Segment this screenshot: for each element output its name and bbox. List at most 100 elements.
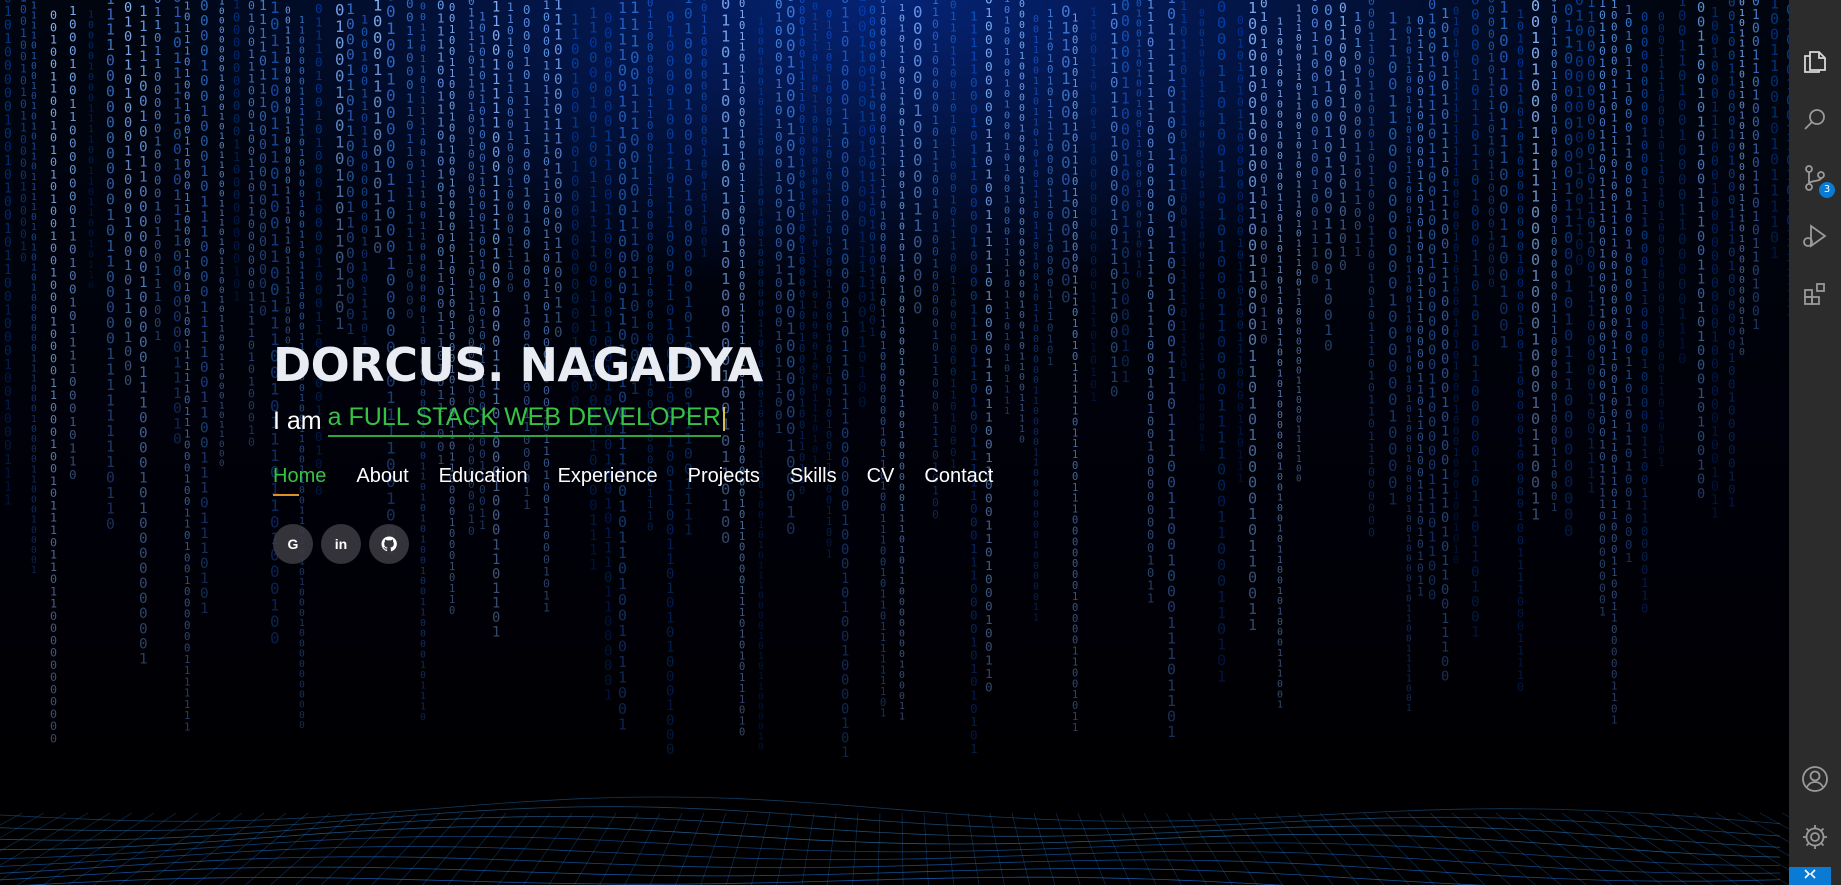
svg-text:0: 0 bbox=[899, 691, 905, 702]
svg-text:0: 0 bbox=[200, 255, 209, 271]
svg-text:0: 0 bbox=[1678, 277, 1687, 293]
explorer-button[interactable] bbox=[1789, 38, 1841, 86]
svg-text:1: 1 bbox=[684, 295, 693, 311]
svg-text:0: 0 bbox=[88, 187, 94, 198]
svg-text:0: 0 bbox=[420, 200, 426, 211]
svg-text:0: 0 bbox=[571, 248, 579, 264]
svg-text:0: 0 bbox=[684, 113, 693, 129]
svg-text:1: 1 bbox=[647, 165, 653, 177]
nav-item-education[interactable]: Education bbox=[439, 465, 528, 496]
search-button[interactable] bbox=[1789, 96, 1841, 144]
svg-text:0: 0 bbox=[106, 331, 115, 348]
nav-item-cv[interactable]: CV bbox=[867, 465, 895, 496]
svg-text:0: 0 bbox=[1277, 410, 1283, 421]
nav-item-experience[interactable]: Experience bbox=[558, 465, 658, 496]
svg-text:0: 0 bbox=[200, 556, 209, 572]
run-debug-button[interactable] bbox=[1789, 212, 1841, 260]
svg-text:0: 0 bbox=[1678, 232, 1687, 248]
svg-text:1: 1 bbox=[1110, 208, 1118, 224]
svg-text:0: 0 bbox=[1324, 110, 1333, 126]
svg-text:0: 0 bbox=[88, 145, 94, 156]
svg-text:0: 0 bbox=[647, 254, 653, 266]
svg-text:0: 0 bbox=[571, 262, 579, 278]
svg-text:0: 0 bbox=[106, 176, 115, 193]
svg-text:1: 1 bbox=[858, 245, 867, 261]
svg-text:1: 1 bbox=[1004, 47, 1010, 58]
nav-item-home[interactable]: Home bbox=[273, 465, 326, 496]
svg-text:1: 1 bbox=[554, 132, 563, 148]
svg-text:0: 0 bbox=[1564, 82, 1573, 100]
svg-text:0: 0 bbox=[219, 458, 225, 469]
settings-button[interactable] bbox=[1789, 813, 1841, 861]
nav-item-skills[interactable]: Skills bbox=[790, 465, 837, 496]
svg-text:0: 0 bbox=[346, 185, 355, 201]
linkedin-link-button[interactable]: in bbox=[321, 524, 361, 564]
svg-text:0: 0 bbox=[1121, 137, 1130, 154]
svg-text:1: 1 bbox=[589, 185, 598, 201]
svg-text:1: 1 bbox=[139, 365, 148, 381]
source-control-button[interactable]: 3 bbox=[1789, 154, 1841, 202]
svg-text:0: 0 bbox=[1368, 525, 1375, 539]
svg-text:1: 1 bbox=[554, 57, 563, 73]
svg-text:0: 0 bbox=[1019, 92, 1025, 103]
svg-text:0: 0 bbox=[1033, 561, 1039, 572]
main-nav: Home About Education Experience Projects… bbox=[273, 465, 1023, 496]
svg-text:1: 1 bbox=[899, 128, 905, 139]
svg-text:1: 1 bbox=[589, 230, 598, 246]
svg-text:1: 1 bbox=[1110, 61, 1118, 77]
nav-item-projects[interactable]: Projects bbox=[688, 465, 760, 496]
svg-text:0: 0 bbox=[200, 89, 209, 105]
svg-text:1: 1 bbox=[618, 312, 627, 329]
svg-text:1: 1 bbox=[154, 135, 161, 149]
svg-text:1: 1 bbox=[589, 319, 598, 335]
svg-text:0: 0 bbox=[858, 185, 867, 201]
svg-text:0: 0 bbox=[106, 130, 115, 147]
svg-text:0: 0 bbox=[346, 276, 355, 292]
svg-text:1: 1 bbox=[1531, 505, 1540, 523]
svg-text:1: 1 bbox=[1110, 238, 1118, 254]
svg-text:0: 0 bbox=[1678, 247, 1687, 263]
google-link-button[interactable]: G bbox=[273, 524, 313, 564]
svg-text:1: 1 bbox=[420, 106, 426, 117]
svg-text:0: 0 bbox=[1471, 339, 1480, 355]
svg-text:0: 0 bbox=[1324, 262, 1333, 278]
svg-text:1: 1 bbox=[420, 23, 426, 34]
svg-text:0: 0 bbox=[124, 373, 132, 389]
svg-text:0: 0 bbox=[139, 320, 148, 336]
account-button[interactable] bbox=[1789, 755, 1841, 803]
svg-text:0: 0 bbox=[604, 658, 612, 674]
svg-text:0: 0 bbox=[589, 110, 598, 126]
svg-text:1: 1 bbox=[1641, 499, 1648, 513]
svg-text:0: 0 bbox=[666, 10, 674, 26]
nav-item-contact[interactable]: Contact bbox=[924, 465, 993, 496]
svg-text:1: 1 bbox=[420, 127, 426, 138]
svg-text:1: 1 bbox=[200, 59, 209, 75]
svg-text:1: 1 bbox=[154, 290, 161, 304]
svg-text:0: 0 bbox=[200, 496, 209, 512]
svg-text:0: 0 bbox=[618, 203, 627, 220]
extensions-button[interactable] bbox=[1789, 270, 1841, 318]
svg-text:0: 0 bbox=[899, 587, 905, 598]
svg-text:0: 0 bbox=[406, 307, 414, 322]
svg-text:0: 0 bbox=[346, 17, 355, 33]
svg-text:1: 1 bbox=[200, 405, 209, 421]
svg-text:0: 0 bbox=[1641, 602, 1648, 616]
svg-text:0: 0 bbox=[1110, 385, 1118, 401]
svg-text:1: 1 bbox=[858, 275, 867, 291]
svg-text:0: 0 bbox=[248, 435, 255, 449]
svg-text:1: 1 bbox=[259, 96, 267, 111]
github-link-button[interactable] bbox=[369, 524, 409, 564]
remote-button[interactable] bbox=[1789, 867, 1831, 885]
svg-text:0: 0 bbox=[139, 636, 148, 652]
svg-text:1: 1 bbox=[88, 114, 94, 125]
svg-text:0: 0 bbox=[1277, 68, 1283, 79]
svg-text:0: 0 bbox=[684, 6, 693, 22]
nav-item-about[interactable]: About bbox=[356, 465, 408, 496]
svg-text:0: 0 bbox=[571, 174, 579, 190]
svg-text:0: 0 bbox=[200, 360, 209, 376]
svg-text:1: 1 bbox=[420, 96, 426, 107]
svg-text:0: 0 bbox=[1564, 473, 1573, 491]
svg-text:0: 0 bbox=[1471, 8, 1480, 24]
svg-text:0: 0 bbox=[1471, 128, 1480, 144]
svg-text:1: 1 bbox=[1217, 668, 1226, 686]
